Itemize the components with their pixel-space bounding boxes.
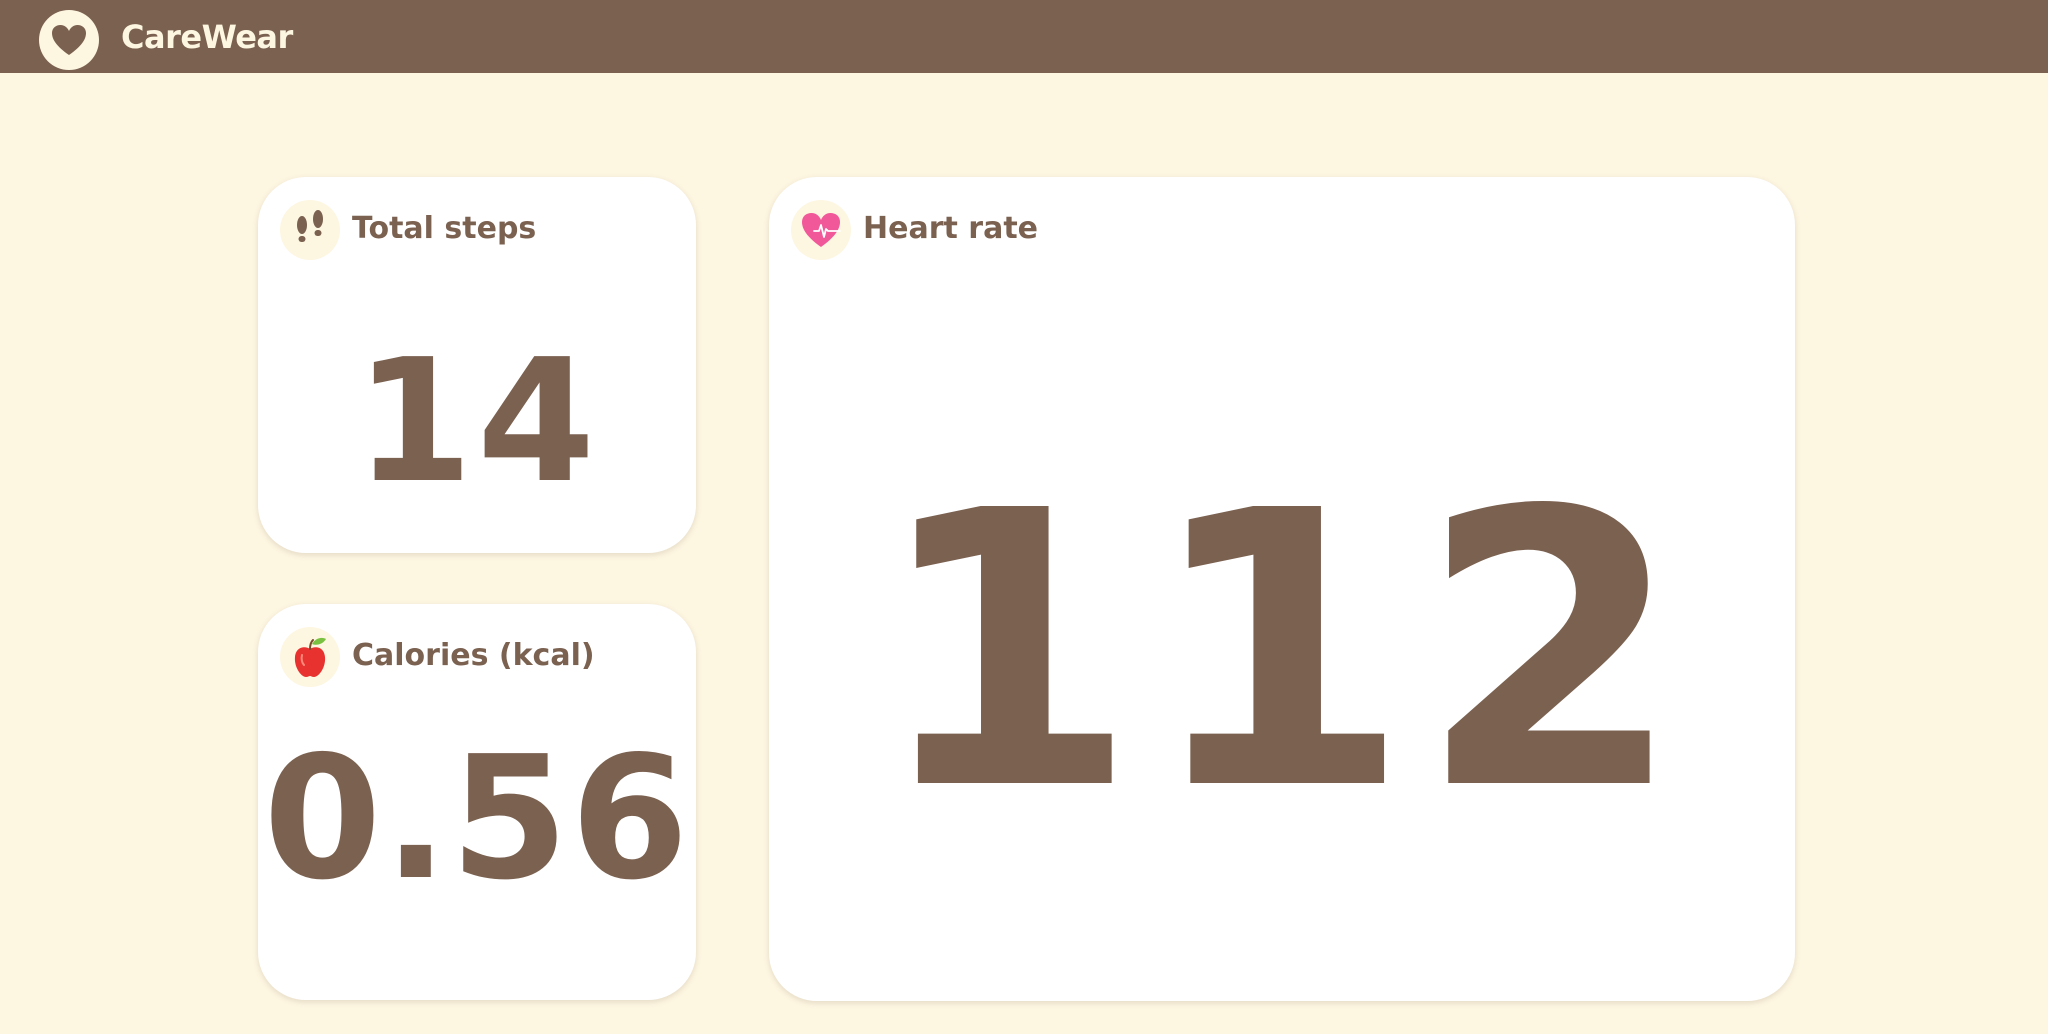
heart-rate-icon-badge [791,200,851,260]
heart-rate-title: Heart rate [863,211,1039,246]
heart-pulse-icon [802,213,841,247]
logo[interactable] [39,10,99,70]
calories-icon-badge [280,627,340,687]
apple-icon [294,637,326,677]
steps-card: Total steps 14 [258,177,696,553]
calories-title: Calories (kcal) [352,638,595,673]
heart-icon [52,25,86,55]
calories-card: Calories (kcal) 0.56 [258,604,696,1000]
app-header: CareWear [0,0,2048,73]
calories-value: 0.56 [263,720,691,918]
footsteps-icon [297,210,323,242]
heart-rate-value: 112 [873,430,1691,873]
steps-value: 14 [354,323,600,521]
steps-icon-badge [280,200,340,260]
brand-name: CareWear [121,18,293,56]
heart-rate-card: Heart rate 112 [769,177,1795,1001]
steps-title: Total steps [352,211,537,246]
